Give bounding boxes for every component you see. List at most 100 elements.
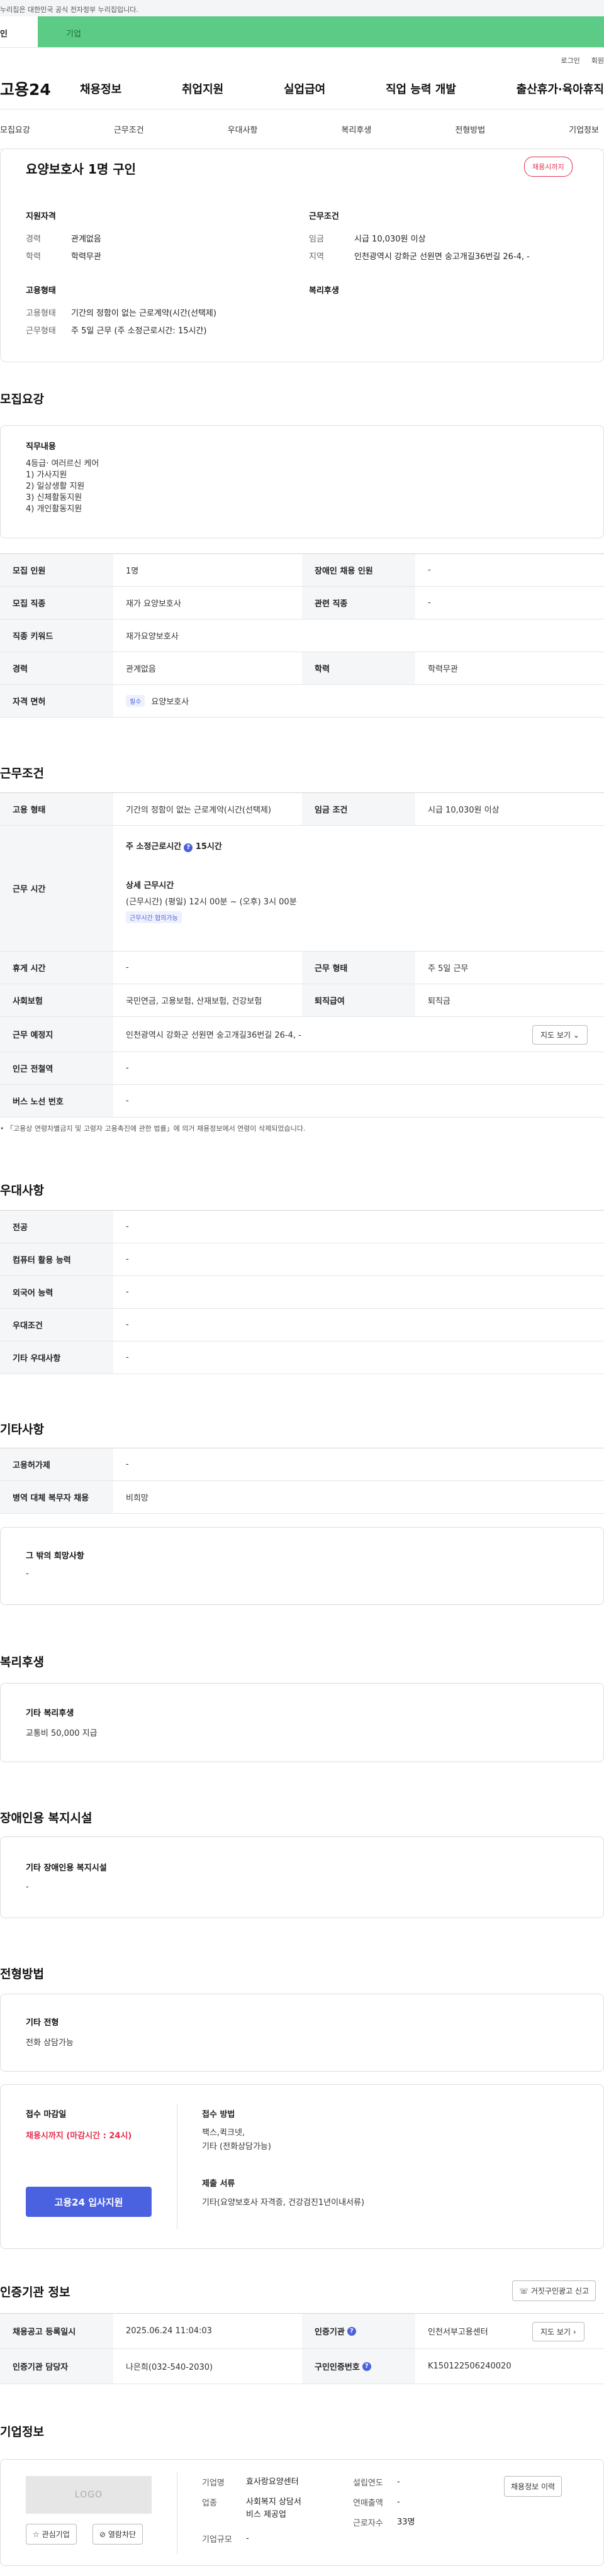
row-header: 우대조건 <box>0 1309 113 1341</box>
row-value: - <box>428 565 431 575</box>
disabled-box-value: - <box>26 1882 29 1892</box>
tab-company[interactable]: 기업 <box>38 16 604 47</box>
table-row: 기타 우대사항 - <box>0 1341 604 1374</box>
row-value: 국민연금, 고용보험, 산재보험, 건강보험 <box>126 997 262 1006</box>
tab-individual[interactable]: 인 <box>0 16 38 47</box>
negotiable-chip: 근무시간 협의가능 <box>126 911 182 923</box>
gnb-item-parental-leave[interactable]: 출산휴가·육아휴직 <box>517 80 604 97</box>
conditions-wage: 임금 시급 10,030원 이상 <box>309 235 426 244</box>
age-notice: • 「고용상 연령차별금지 및 고령자 고용촉진에 관한 법률」에 의거 채용정… <box>0 1124 306 1133</box>
row-header: 버스 노선 번호 <box>0 1085 113 1117</box>
welfare-heading: 복리후생 <box>309 286 339 296</box>
anchor-tabs: 모집요강 근무조건 우대사항 복리후생 전형방법 기업정보 <box>0 109 604 150</box>
gov-notice-text: 누리집은 대한민국 공식 전자정부 누리집입니다. <box>0 6 138 14</box>
star-icon: ☆ <box>33 2530 40 2539</box>
info-icon[interactable]: ? <box>362 2362 371 2371</box>
disabled-box-heading: 기타 장애인용 복지시설 <box>26 1863 107 1873</box>
welfare-box-heading: 기타 복리후생 <box>26 1709 74 1718</box>
table-row: 근무 예정지 인천광역시 강화군 선원면 숭고개길36번길 26-4, - 지도… <box>0 1017 604 1052</box>
row-header: 사회보험 <box>0 984 113 1016</box>
method-line: 기타 (전화상담가능) <box>202 2142 271 2151</box>
anchor-tab-preference[interactable]: 우대사항 <box>228 123 258 135</box>
signup-link[interactable]: 회원 <box>591 55 604 68</box>
weekly-hours-label: 주 소정근로시간 <box>126 842 182 852</box>
gnb-item-employment-support[interactable]: 취업지원 <box>182 80 223 97</box>
apply-button[interactable]: 고용24 입사지원 <box>26 2187 152 2217</box>
row-header: 인근 전철역 <box>0 1052 113 1084</box>
row-header: 자격 면허 <box>0 685 113 717</box>
gnb-item-jobs[interactable]: 채용정보 <box>80 80 121 97</box>
cert-number-label: 구인인증번호 <box>315 2363 360 2372</box>
selection-section-title: 전형방법 <box>0 1967 44 1981</box>
row-header: 관련 직종 <box>302 587 415 619</box>
employment-type: 고용형태 기간의 정함이 없는 근로계약(시간(선택제) <box>26 309 216 318</box>
table-row: 경력 관계없음 학력 학력무관 <box>0 652 604 685</box>
map-view-button[interactable]: 지도 보기 ⌄ <box>532 1025 588 1045</box>
company-box: LOGO ☆ 관심기업 ⊘ 열람차단 기업명 효사랑요양센터 업종 사회복지 상담서… <box>0 2459 604 2566</box>
anchor-tab-company[interactable]: 기업정보 <box>569 123 599 135</box>
required-chip: 필수 <box>126 695 145 707</box>
row-value: - <box>126 1096 129 1106</box>
duty-line: 2) 일상생활 지원 <box>26 482 85 491</box>
weekly-hours: 주 소정근로시간? 15시간 <box>126 840 222 852</box>
row-header: 임금 조건 <box>302 793 415 825</box>
company-founded: 설립연도 - <box>353 2477 400 2488</box>
anchor-tab-selection[interactable]: 전형방법 <box>455 123 485 135</box>
info-icon[interactable]: ? <box>184 843 193 852</box>
cert-table: 채용공고 등록일시 2025.06.24 11:04:03 인증기관? 인천서부… <box>0 2313 604 2384</box>
false-ad-report-label: 거짓구인광고 신고 <box>530 2287 589 2296</box>
table-row: 전공 - <box>0 1211 604 1243</box>
weekly-hours-value: 15시간 <box>195 842 222 852</box>
company-employees: 근로자수 33명 <box>353 2518 415 2528</box>
recruit-history-button[interactable]: 채용정보 이력 <box>504 2476 562 2497</box>
detail-hours-value: (근무시간) (평일) 12시 00분 ~ (오후) 3시 00분 <box>126 897 297 907</box>
cert-map-button[interactable]: 지도 보기 › <box>532 2322 584 2341</box>
false-ad-report-button[interactable]: ☏ 거짓구인광고 신고 <box>512 2280 596 2301</box>
row-value: 기간의 정함이 없는 근로계약(시간(선택제) <box>126 806 271 815</box>
anchor-tab-welfare[interactable]: 복리후생 <box>341 123 371 135</box>
anchor-tab-recruit[interactable]: 모집요강 <box>0 123 30 135</box>
gnb-item-skill-development[interactable]: 직업 능력 개발 <box>386 80 456 97</box>
row-value: - <box>428 598 431 608</box>
method-label: 접수 방법 <box>202 2110 235 2119</box>
interest-company-button[interactable]: ☆ 관심기업 <box>26 2524 77 2545</box>
row-header: 전공 <box>0 1211 113 1243</box>
site-logo[interactable]: 고용24 <box>0 77 80 100</box>
row-header: 구인인증번호? <box>302 2349 415 2384</box>
table-row: 우대조건 - <box>0 1309 604 1341</box>
login-link[interactable]: 로그인 <box>561 55 579 68</box>
info-icon[interactable]: ? <box>347 2326 356 2336</box>
qualification-heading: 지원자격 <box>26 212 56 221</box>
detail-hours-label: 상세 근무시간 <box>126 881 174 891</box>
row-header: 퇴직급여 <box>302 984 415 1016</box>
cert-map-label: 지도 보기 <box>540 2328 571 2336</box>
row-header: 휴게 시간 <box>0 952 113 984</box>
table-row-hours: 근무 시간 주 소정근로시간? 15시간 상세 근무시간 (근무시간) (평일)… <box>0 826 604 952</box>
utility-links: 로그인 회원 <box>0 48 604 68</box>
row-value: 퇴직금 <box>428 997 450 1006</box>
table-row: 인증기관 담당자 나은희(032-540-2030) 구인인증번호? K1501… <box>0 2349 604 2384</box>
conditions-region: 지역 인천광역시 강화군 선원면 숭고개길36번길 26-4, - <box>309 252 530 262</box>
disabled-section-title: 장애인용 복지시설 <box>0 1811 92 1825</box>
report-icon: ☏ <box>519 2287 529 2296</box>
work-section-title: 근무조건 <box>0 767 44 780</box>
company-revenue: 연매출액 - <box>353 2497 400 2508</box>
global-nav: 고용24 채용정보 취업지원 실업급여 직업 능력 개발 출산휴가·육아휴직 <box>0 68 604 109</box>
row-header: 모집 인원 <box>0 554 113 586</box>
chevron-down-icon: ⌄ <box>573 1031 579 1040</box>
block-view-button[interactable]: ⊘ 열람차단 <box>92 2524 143 2545</box>
selection-box-value: 전화 상담가능 <box>26 2038 74 2048</box>
recruit-table: 모집 인원 1명 장애인 채용 인원 - 모집 직종 재가 요양보호사 관련 직… <box>0 553 604 718</box>
anchor-tab-work[interactable]: 근무조건 <box>114 123 144 135</box>
cert-section-title: 인증기관 정보 <box>0 2285 70 2299</box>
table-row: 병역 대체 복무자 채용 비희망 <box>0 1481 604 1514</box>
gnb-item-unemployment-benefit[interactable]: 실업급여 <box>284 80 325 97</box>
row-value: 재가요양보호사 <box>126 632 179 641</box>
duty-line: 4등급· 여러르신 케어 <box>26 459 99 469</box>
row-header: 외국어 능력 <box>0 1276 113 1308</box>
row-value: - <box>126 1063 129 1073</box>
row-value: 재가 요양보호사 <box>126 599 181 609</box>
table-row: 고용 형태 기간의 정함이 없는 근로계약(시간(선택제) 임금 조건 시급 1… <box>0 793 604 826</box>
summary-card: 요양보호사 1명 구인 채용시까지 지원자격 경력 관계없음 학력 학력무관 근무조… <box>0 148 604 362</box>
duty-heading: 직무내용 <box>26 442 56 452</box>
